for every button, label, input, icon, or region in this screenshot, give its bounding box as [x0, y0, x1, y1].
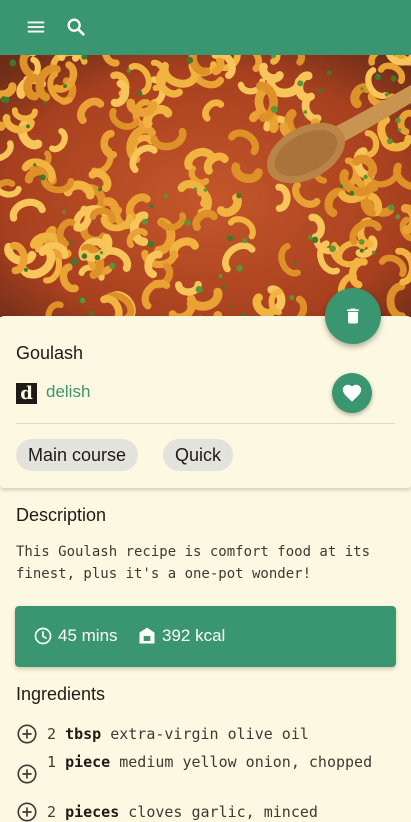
- menu-button[interactable]: [23, 14, 49, 40]
- ingredient-row: 2 tbsp extra-virgin olive oil: [16, 723, 392, 745]
- description-heading: Description: [16, 505, 107, 525]
- ingredient-text: 2 pieces cloves garlic, minced: [47, 801, 392, 822]
- ingredient-unit: piece: [65, 753, 111, 771]
- search-button[interactable]: [63, 14, 89, 40]
- add-ingredient-icon[interactable]: [16, 723, 38, 745]
- ingredient-name: cloves garlic, minced: [128, 803, 318, 821]
- delete-button[interactable]: [325, 288, 381, 344]
- source-logo: d: [16, 383, 37, 404]
- time-value: 45 mins: [58, 626, 118, 645]
- calories-stat: 392 kcal: [137, 624, 225, 648]
- heart-icon: [342, 384, 362, 402]
- ingredients-heading: Ingredients: [16, 684, 106, 704]
- ingredient-row: 2 pieces cloves garlic, minced: [16, 801, 392, 822]
- calories-icon: [139, 627, 155, 644]
- ingredient-unit: tbsp: [65, 725, 102, 743]
- ingredient-unit: pieces: [65, 803, 120, 821]
- search-icon: [67, 18, 85, 36]
- source-link[interactable]: delish: [46, 382, 90, 402]
- calories-value: 392 kcal: [162, 626, 226, 645]
- ingredient-name: extra-virgin olive oil: [110, 725, 309, 743]
- tag-chip-quick[interactable]: Quick: [163, 439, 234, 471]
- ingredient-row: 1 piece medium yellow onion, chopped: [16, 751, 392, 785]
- menu-icon: [27, 21, 45, 33]
- recipe-title: Goulash: [16, 343, 84, 363]
- ingredient-name: medium yellow onion, chopped: [119, 753, 373, 771]
- tag-chip-main-course[interactable]: Main course: [16, 439, 139, 471]
- app-bar: [0, 0, 411, 55]
- description-text: This Goulash recipe is comfort food at i…: [16, 544, 371, 582]
- stats-bar: 45 mins 392 kcal: [15, 606, 396, 667]
- favorite-button[interactable]: [332, 373, 372, 413]
- clock-icon: [34, 627, 52, 645]
- ingredient-qty: 1: [47, 753, 57, 771]
- ingredient-text: 2 tbsp extra-virgin olive oil: [47, 723, 392, 745]
- ingredient-text: 1 piece medium yellow onion, chopped: [47, 751, 392, 773]
- add-ingredient-icon[interactable]: [16, 801, 38, 822]
- recipe-image: [0, 55, 411, 317]
- add-ingredient-icon[interactable]: [16, 763, 38, 785]
- goulash-photo: [0, 55, 411, 317]
- time-stat: 45 mins: [33, 624, 118, 648]
- trash-icon: [347, 308, 359, 324]
- ingredient-qty: 2: [47, 725, 57, 743]
- ingredient-qty: 2: [47, 803, 57, 821]
- divider: [16, 423, 395, 424]
